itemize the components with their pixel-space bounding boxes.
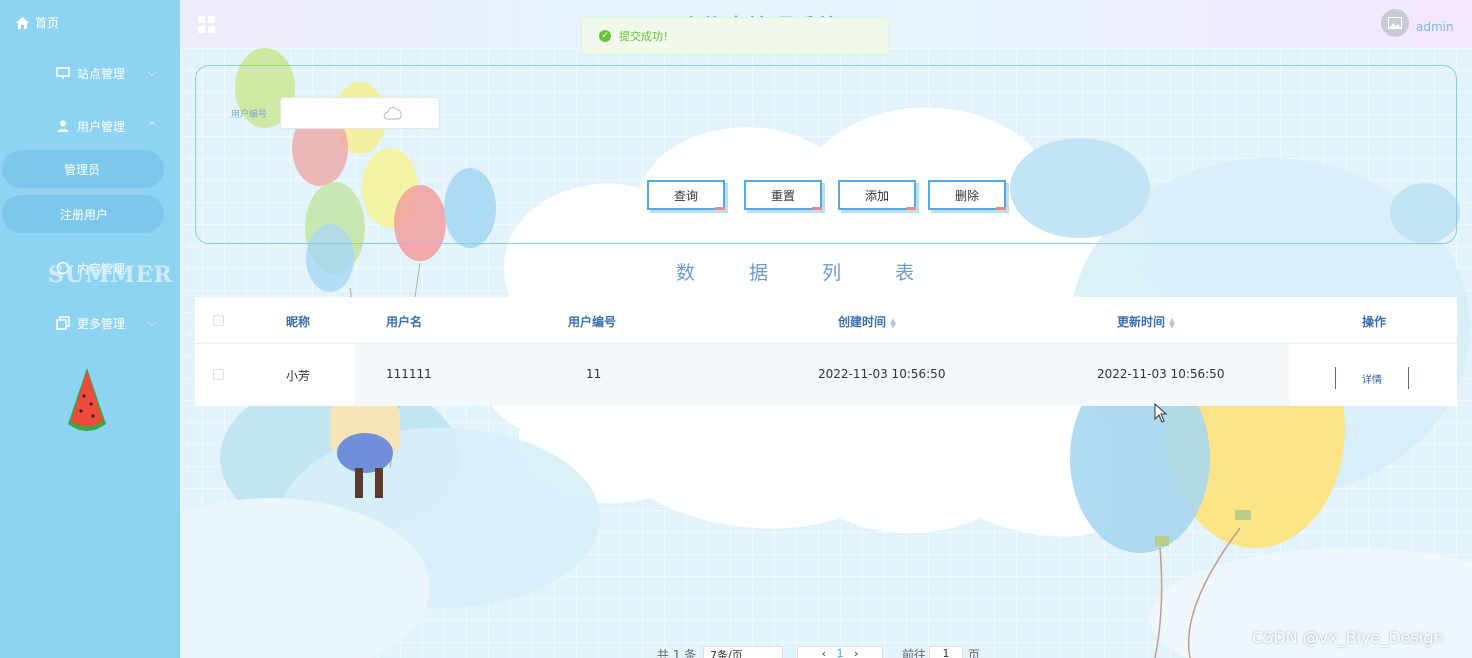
row-checkbox[interactable] [213, 369, 224, 380]
monitor-icon [56, 67, 70, 79]
sidebar-sub-registered-users[interactable]: 注册用户 [2, 195, 164, 233]
column-header: 用户编号 [568, 315, 617, 329]
chevron-right-icon[interactable]: › [854, 647, 858, 658]
sidebar-item-label: 用户管理 [77, 119, 126, 134]
home-icon [16, 16, 29, 29]
chevron-down-icon: ⌵ [148, 317, 156, 329]
cell-nickname: 小芳 [286, 369, 311, 383]
image-icon [1388, 17, 1402, 29]
current-page[interactable]: 1 [837, 647, 844, 658]
copy-icon [56, 316, 70, 330]
page-number[interactable]: ‹ 1 › [797, 646, 883, 658]
column-header-sortable[interactable]: 创建时间 ▲ ▼ [838, 313, 896, 330]
chevron-down-icon: ⌵ [148, 67, 156, 79]
username-label[interactable]: admin [1416, 20, 1454, 34]
delete-button[interactable]: 删除 [928, 180, 1006, 210]
search-field-label: 用户编号 [231, 110, 268, 120]
data-table: 昵称 用户名 用户编号 创建时间 ▲ ▼ 更新时间 ▲ ▼ 操作 小芳 111111 1… [195, 297, 1457, 407]
select-all-checkbox[interactable] [213, 315, 224, 326]
menu-toggle-icon[interactable] [198, 16, 215, 33]
sort-icon[interactable]: ▲ ▼ [890, 316, 896, 329]
watermark: CSDN @vx_Biye_Design [1252, 628, 1444, 647]
toast-message: 提交成功！ [619, 30, 674, 43]
sidebar-item-label: 更多管理 [77, 316, 126, 331]
column-header: 昵称 [286, 315, 311, 329]
sidebar-item-site[interactable]: 站点管理 ⌵ [0, 58, 180, 88]
table-row[interactable]: 小芳 111111 11 2022-11-03 10:56:50 2022-11… [195, 344, 1457, 406]
sidebar-sub-label: 注册用户 [60, 207, 109, 222]
cloud-icon [383, 106, 402, 120]
goto-label: 前往 [902, 648, 927, 658]
sidebar-item-label: 站点管理 [77, 66, 126, 81]
goto-suffix: 页 [968, 648, 981, 658]
sidebar-item-users[interactable]: 用户管理 ^ [0, 111, 180, 141]
column-header: 操作 [1362, 315, 1387, 329]
goto-input[interactable]: 1 [929, 646, 963, 658]
column-header: 更新时间 [1117, 315, 1166, 329]
cell-username: 111111 [386, 367, 432, 381]
summer-decoration: SUMMER [48, 262, 173, 288]
sidebar-sub-admin[interactable]: 管理员 [2, 150, 164, 188]
add-button[interactable]: 添加 [838, 180, 916, 210]
sort-icon[interactable]: ▲ ▼ [1169, 316, 1175, 329]
check-circle-icon: ✓ [599, 30, 611, 42]
column-header: 用户名 [386, 315, 423, 329]
sidebar-item-more[interactable]: 更多管理 ⌵ [0, 308, 180, 338]
chevron-left-icon[interactable]: ‹ [822, 647, 826, 658]
sidebar: 首页 站点管理 ⌵ 用户管理 ^ 管理员 注册用户 内容管理 ⌵ SUMMER … [0, 0, 180, 658]
pagination-total: 共 1 条 [657, 648, 697, 658]
page-size-select[interactable]: 7条/页 [703, 646, 783, 658]
user-icon [57, 120, 69, 132]
list-title: 数 据 列 表 [676, 262, 939, 284]
sidebar-sub-label: 管理员 [64, 162, 101, 177]
detail-button[interactable]: 详情 [1335, 367, 1409, 389]
cell-created: 2022-11-03 10:56:50 [818, 367, 946, 381]
success-toast: ✓ 提交成功！ [581, 17, 889, 55]
cell-updated: 2022-11-03 10:56:50 [1097, 367, 1225, 381]
cell-user-no: 11 [586, 367, 602, 381]
user-no-input[interactable] [280, 97, 440, 129]
table-header: 昵称 用户名 用户编号 创建时间 ▲ ▼ 更新时间 ▲ ▼ 操作 [195, 297, 1457, 344]
search-panel [195, 65, 1457, 244]
reset-button[interactable]: 重置 [744, 180, 822, 210]
mouse-cursor-icon [1154, 403, 1168, 423]
column-header-sortable[interactable]: 更新时间 ▲ ▼ [1117, 313, 1175, 330]
column-header: 创建时间 [838, 315, 887, 329]
chevron-up-icon: ^ [148, 120, 157, 132]
sidebar-home[interactable]: 首页 [16, 14, 59, 31]
sidebar-home-label: 首页 [35, 16, 60, 30]
avatar[interactable] [1381, 9, 1409, 37]
watermelon-decoration [68, 368, 106, 431]
query-button[interactable]: 查询 [647, 180, 725, 210]
